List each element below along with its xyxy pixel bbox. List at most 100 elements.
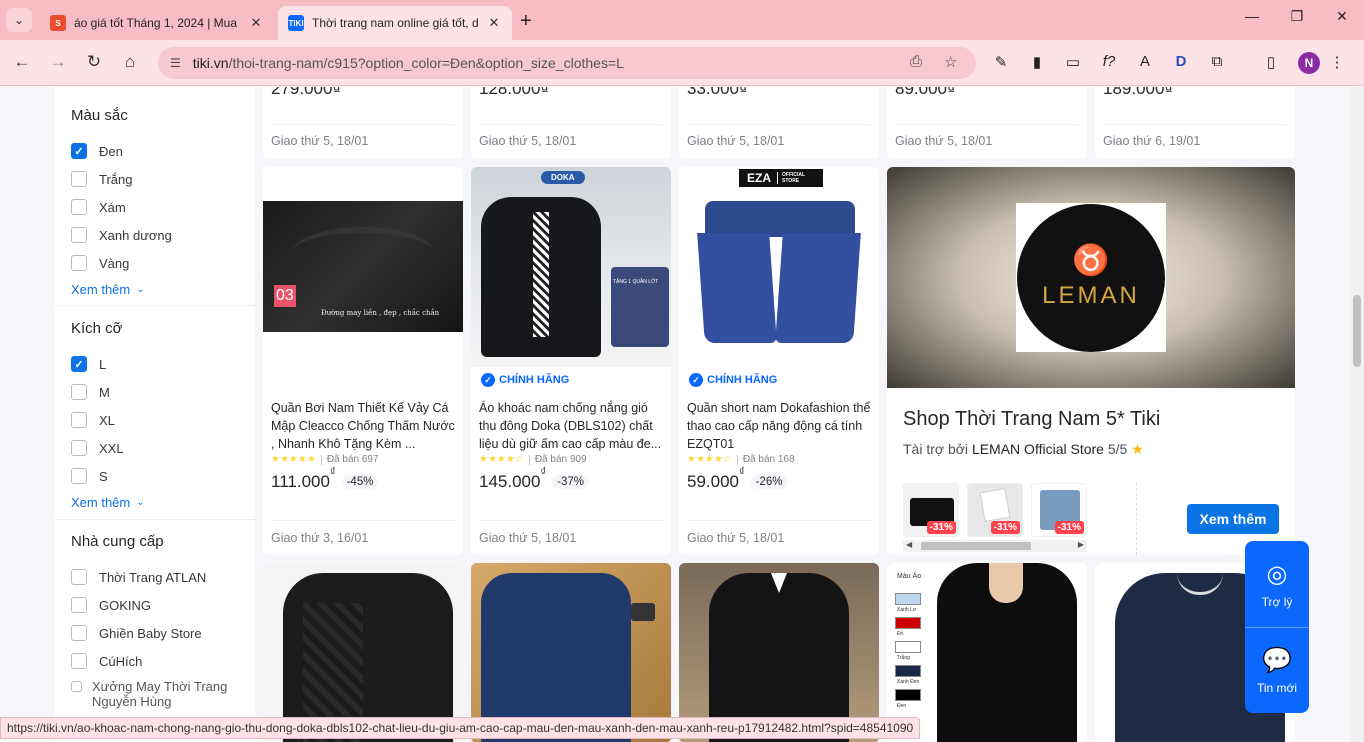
eyedropper-extension-icon[interactable]: ✎ xyxy=(990,53,1012,71)
product-card[interactable] xyxy=(263,563,463,742)
product-card[interactable]: Màu Áo Xanh Lơ Đỏ Trắng Xanh Đen Đen xyxy=(887,563,1087,742)
checkbox-icon[interactable] xyxy=(71,384,87,400)
extension-icon[interactable]: ▮ xyxy=(1026,53,1048,71)
supplier-option[interactable]: GOKING xyxy=(71,591,255,619)
product-card[interactable] xyxy=(471,563,671,742)
color-option-den[interactable]: ✓ Đen xyxy=(71,137,255,165)
product-card-partial[interactable]: 33.000₫ Giao thứ 5, 18/01 xyxy=(679,87,879,159)
checkbox-icon[interactable] xyxy=(71,440,87,456)
shop-title[interactable]: Shop Thời Trang Nam 5* Tiki xyxy=(903,408,1160,431)
reload-icon[interactable]: ↻ xyxy=(82,52,106,72)
shop-banner[interactable]: ♉ LEMAN xyxy=(887,167,1295,388)
product-card[interactable]: 03 Đường may liền , đẹp , chắc chắn Quần… xyxy=(263,167,463,555)
product-card[interactable] xyxy=(679,563,879,742)
product-card[interactable]: DOKA TẶNG 1 QUẦN LÓT ✓ CHÍNH HÃNG Áo khoá… xyxy=(471,167,671,555)
side-panel-icon[interactable]: ▯ xyxy=(1260,53,1282,71)
product-name[interactable]: Áo khoác nam chống nắng gió thu đông Dok… xyxy=(479,399,663,453)
checkbox-icon[interactable] xyxy=(71,199,87,215)
supplier-option[interactable]: Xưởng May Thời Trang Nguyễn Hùng xyxy=(71,675,255,709)
site-info-icon[interactable]: ☰ xyxy=(170,56,181,70)
menu-kebab-icon[interactable]: ⋮ xyxy=(1326,53,1348,71)
checkbox-icon[interactable] xyxy=(71,681,82,692)
close-window-icon[interactable]: ✕ xyxy=(1330,8,1354,25)
product-card[interactable]: EZA OFFICIAL STORE ✓ CHÍNH HÃNG Quần short… xyxy=(679,167,879,555)
back-icon[interactable]: ← xyxy=(10,52,34,72)
checkbox-icon[interactable] xyxy=(71,653,87,669)
extension-icon[interactable]: ▭ xyxy=(1062,53,1084,71)
size-option-m[interactable]: M xyxy=(71,378,255,406)
tab-search-button[interactable]: ⌄ xyxy=(6,8,32,32)
tab-tiki[interactable]: TIKI Thời trang nam online giá tốt, d ✕ xyxy=(278,6,512,40)
option-label: Vàng xyxy=(99,255,130,271)
checkbox-icon[interactable] xyxy=(71,569,87,585)
checkbox-icon[interactable] xyxy=(71,625,87,641)
delivery-text: Giao thứ 5, 18/01 xyxy=(895,134,993,148)
home-icon[interactable]: ⌂ xyxy=(118,52,142,72)
color-option-xanh-duong[interactable]: Xanh dương xyxy=(71,221,255,249)
assistant-button[interactable]: ◎ Trợ lý xyxy=(1245,541,1309,627)
product-name[interactable]: Quần short nam Dokafashion thể thao cao … xyxy=(687,399,871,453)
tab-shopee[interactable]: S áo giá tốt Tháng 1, 2024 | Mua ✕ xyxy=(40,6,274,40)
shop-thumb[interactable]: -31% xyxy=(903,483,959,537)
checkbox-icon[interactable] xyxy=(71,412,87,428)
checkbox-icon[interactable] xyxy=(71,468,87,484)
new-tab-button[interactable]: + xyxy=(520,10,532,33)
messages-button[interactable]: 💬 Tin mới xyxy=(1245,627,1309,713)
thumbs-scrollbar[interactable]: ◀ ▶ xyxy=(903,540,1087,552)
supplier-option[interactable]: CúHích xyxy=(71,647,255,675)
restore-icon[interactable]: ❐ xyxy=(1285,8,1309,25)
checkbox-icon[interactable] xyxy=(71,597,87,613)
install-app-icon[interactable]: ⎙ xyxy=(910,53,922,70)
supplier-option[interactable]: Thời Trang ATLAN xyxy=(71,563,255,591)
size-option-s[interactable]: S xyxy=(71,462,255,490)
color-option-vang[interactable]: Vàng xyxy=(71,249,255,277)
checkbox-checked-icon[interactable]: ✓ xyxy=(71,356,87,372)
checkbox-icon[interactable] xyxy=(71,227,87,243)
product-card-partial[interactable]: 189.000₫ Giao thứ 6, 19/01 xyxy=(1095,87,1295,159)
address-bar[interactable]: ☰ tiki.vn/thoi-trang-nam/c915?option_col… xyxy=(158,47,976,79)
d-extension-icon[interactable]: D xyxy=(1170,53,1192,70)
scroll-right-icon[interactable]: ▶ xyxy=(1078,540,1084,549)
view-more-button[interactable]: Xem thêm xyxy=(1187,504,1279,534)
page-scrollbar[interactable] xyxy=(1350,87,1364,742)
scroll-thumb[interactable] xyxy=(921,542,1031,550)
close-icon[interactable]: ✕ xyxy=(486,15,502,31)
profile-avatar[interactable]: N xyxy=(1298,52,1320,74)
checkbox-icon[interactable] xyxy=(71,171,87,187)
shop-thumb[interactable]: -31% xyxy=(967,483,1023,537)
forward-icon[interactable]: → xyxy=(46,52,70,72)
color-see-more-link[interactable]: Xem thêm ⌄ xyxy=(71,277,255,301)
divider xyxy=(895,124,1079,125)
swatch-title: Màu Áo xyxy=(897,573,922,580)
size-option-l[interactable]: ✓ L xyxy=(71,350,255,378)
size-see-more-link[interactable]: Xem thêm ⌄ xyxy=(71,490,255,514)
shop-thumb[interactable]: -31% xyxy=(1031,483,1087,537)
scroll-thumb[interactable] xyxy=(1353,295,1361,367)
bookmark-star-icon[interactable]: ☆ xyxy=(944,53,957,71)
product-image[interactable]: DOKA TẶNG 1 QUẦN LÓT xyxy=(471,167,671,367)
product-image[interactable]: EZA OFFICIAL STORE xyxy=(679,167,879,367)
product-card-partial[interactable]: 89.000₫ Giao thứ 5, 18/01 xyxy=(887,87,1087,159)
close-icon[interactable]: ✕ xyxy=(248,15,264,31)
see-more-label: Xem thêm xyxy=(71,494,131,510)
translate-extension-icon[interactable]: A xyxy=(1134,53,1156,70)
checkbox-checked-icon[interactable]: ✓ xyxy=(71,143,87,159)
supplier-option[interactable]: Ghiền Baby Store xyxy=(71,619,255,647)
delivery-text: Giao thứ 5, 18/01 xyxy=(687,134,785,148)
color-option-xam[interactable]: Xám xyxy=(71,193,255,221)
product-card-partial[interactable]: 279.000₫ Giao thứ 5, 18/01 xyxy=(263,87,463,159)
product-name[interactable]: Quần Bơi Nam Thiết Kế Vảy Cá Mập Cleacco… xyxy=(271,399,455,453)
product-card-partial[interactable]: 128.000₫ Giao thứ 5, 18/01 xyxy=(471,87,671,159)
font-extension-icon[interactable]: f? xyxy=(1098,53,1120,70)
sponsored-shop-card[interactable]: ♉ LEMAN Shop Thời Trang Nam 5* Tiki Tài … xyxy=(887,167,1295,555)
brand-tag: EZA OFFICIAL STORE xyxy=(739,169,823,187)
product-image[interactable]: 03 Đường may liền , đẹp , chắc chắn xyxy=(263,167,463,367)
size-option-xl[interactable]: XL xyxy=(71,406,255,434)
color-option-trang[interactable]: Trắng xyxy=(71,165,255,193)
size-option-xxl[interactable]: XXL xyxy=(71,434,255,462)
checkbox-icon[interactable] xyxy=(71,255,87,271)
scroll-left-icon[interactable]: ◀ xyxy=(906,540,912,549)
minimize-icon[interactable]: — xyxy=(1240,8,1264,24)
puzzle-icon[interactable]: ⧉ xyxy=(1206,53,1228,70)
discount-tag: -31% xyxy=(926,521,956,534)
